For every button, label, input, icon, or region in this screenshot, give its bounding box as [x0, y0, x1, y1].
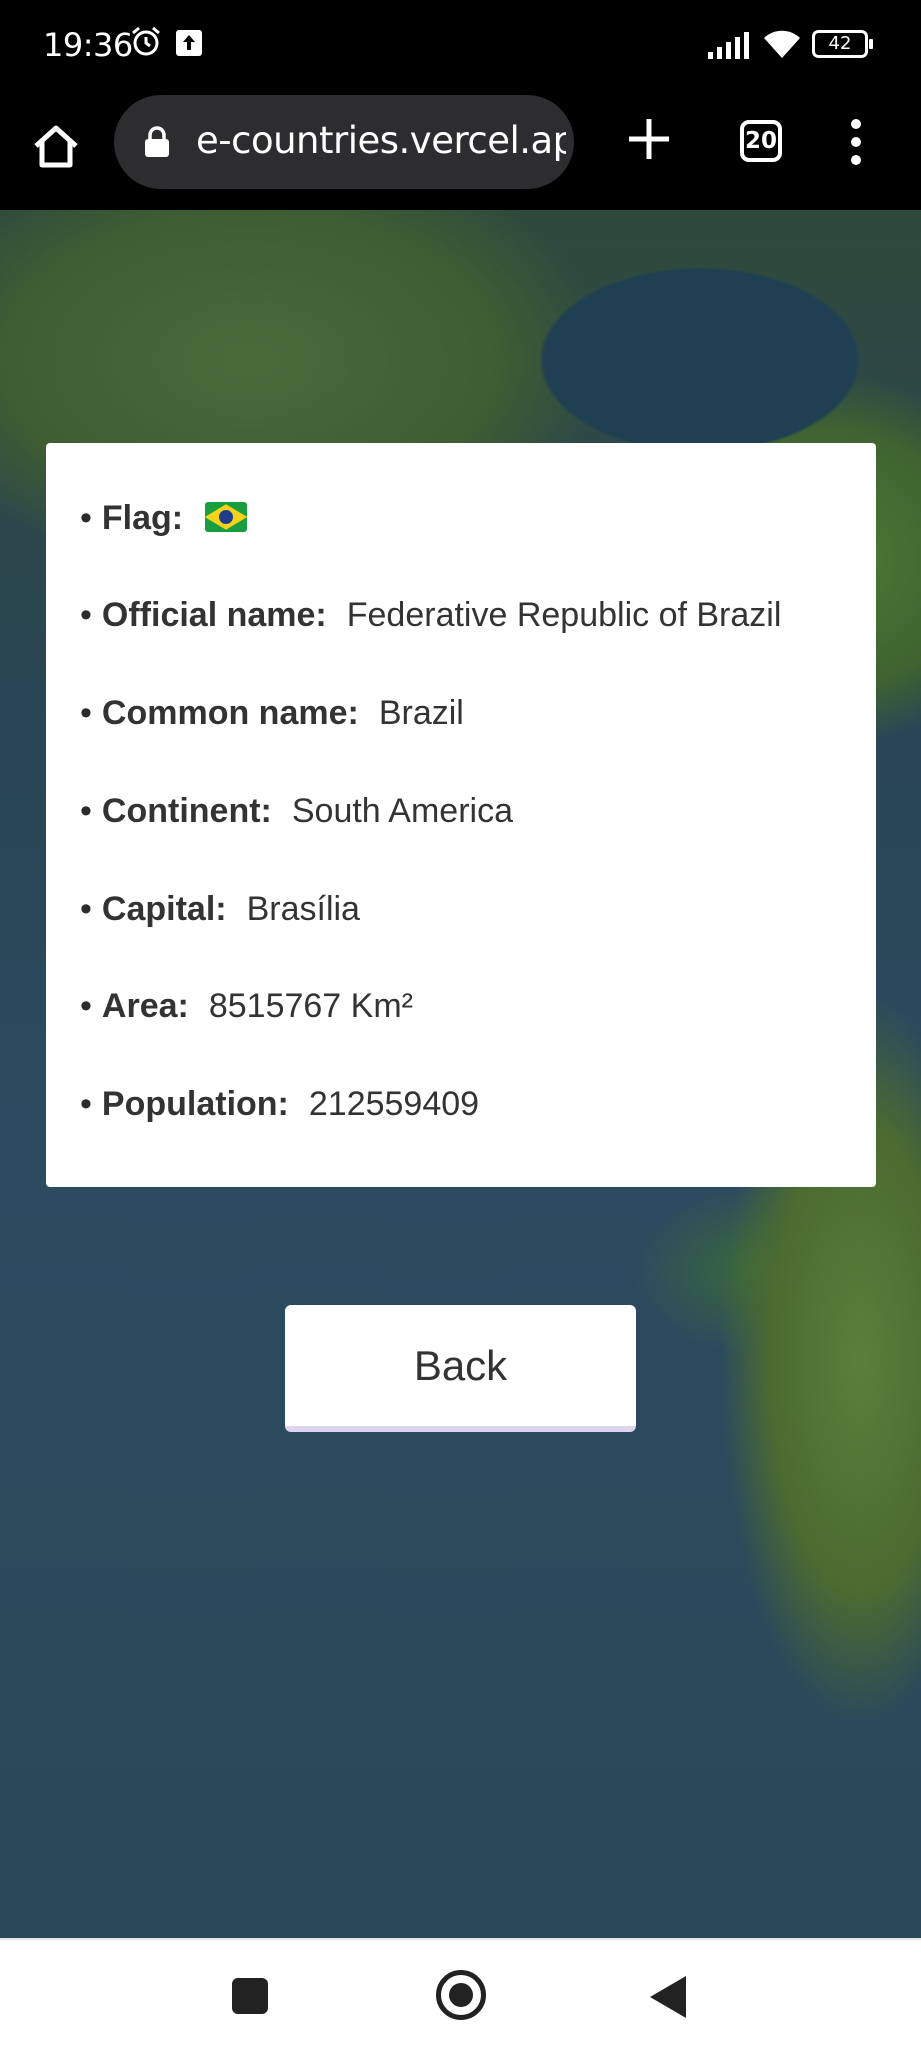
population-row: • Population: 212559409: [80, 1085, 480, 1123]
recents-icon[interactable]: [232, 1978, 268, 2014]
info-value: 212559409: [308, 1085, 480, 1123]
info-label: Area:: [101, 987, 189, 1025]
status-time: 19:36: [43, 26, 133, 64]
menu-icon[interactable]: [850, 118, 862, 166]
back-triangle-icon[interactable]: [650, 1976, 686, 2018]
info-value: Federative Republic of Brazil: [346, 596, 782, 634]
info-value: Brasília: [246, 890, 360, 928]
lock-icon: [145, 126, 169, 157]
plus-icon[interactable]: [626, 116, 672, 162]
tabs-icon[interactable]: 20: [740, 120, 782, 162]
info-label: Common name:: [101, 694, 359, 732]
home-icon[interactable]: [30, 120, 82, 172]
upload-icon: [176, 30, 202, 56]
status-bar: 19:36 42: [0, 0, 921, 90]
url-text[interactable]: e-countries.vercel.app: [196, 119, 566, 162]
page-content: • Flag: • Official name: Federative Republi…: [0, 210, 921, 1938]
back-button[interactable]: Back: [285, 1305, 636, 1432]
info-label: Continent:: [101, 792, 272, 830]
address-bar[interactable]: e-countries.vercel.app: [114, 95, 574, 189]
info-label: Population:: [101, 1085, 289, 1123]
battery-level: 42: [828, 33, 852, 54]
brazil-flag-icon: [204, 502, 248, 533]
browser-toolbar: e-countries.vercel.app 20: [0, 90, 921, 210]
common-name-row: • Common name: Brazil: [80, 694, 464, 732]
area-row: • Area: 8515767 Km²: [80, 987, 413, 1025]
info-value: Brazil: [378, 694, 464, 732]
system-nav-bar: [0, 1938, 921, 2048]
info-label: Capital:: [101, 890, 227, 928]
battery-icon: 42: [812, 30, 874, 58]
country-details-card: • Flag: • Official name: Federative Republi…: [46, 443, 876, 1187]
capital-row: • Capital: Brasília: [80, 890, 360, 928]
flag-row: • Flag:: [80, 499, 248, 538]
home-circle-icon[interactable]: [436, 1970, 486, 2020]
info-value: South America: [291, 792, 513, 830]
info-label: Flag:: [101, 499, 184, 537]
info-value: 8515767 Km²: [208, 987, 413, 1025]
wifi-icon: [764, 30, 800, 58]
signal-icon: [708, 32, 749, 59]
continent-row: • Continent: South America: [80, 792, 513, 830]
alarm-icon: [132, 26, 160, 56]
official-name-row: • Official name: Federative Republic of Br…: [80, 596, 782, 634]
info-label: Official name:: [101, 596, 327, 634]
